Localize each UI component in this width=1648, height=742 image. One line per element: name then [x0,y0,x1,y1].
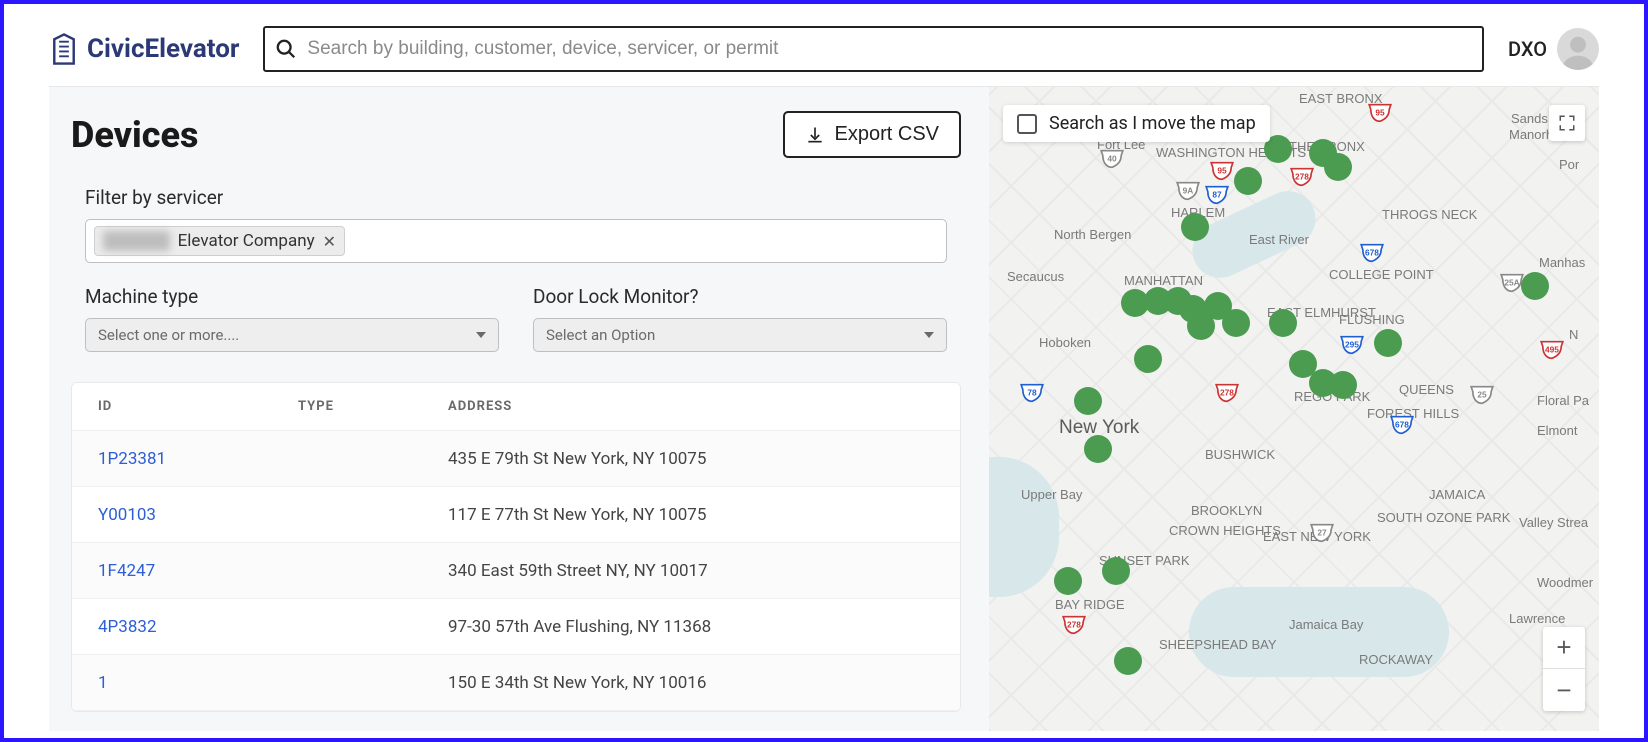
device-id-link[interactable]: 4P3832 [98,617,298,637]
map-panel[interactable]: New YorkMANHATTANBROOKLYNQUEENSFLUSHINGE… [989,87,1599,731]
map-search-on-move-checkbox[interactable] [1017,114,1037,134]
export-csv-button[interactable]: Export CSV [783,111,961,158]
servicer-filter-input[interactable]: XXXX Elevator Company ✕ [85,219,947,263]
table-row[interactable]: 4P3832 97-30 57th Ave Flushing, NY 11368 [72,599,960,655]
map-marker[interactable] [1114,647,1142,675]
user-initials: DXO [1508,37,1547,61]
servicer-filter-label: Filter by servicer [85,186,947,209]
brand-logo[interactable]: CivicElevator [49,32,239,66]
servicer-chip-remove-icon[interactable]: ✕ [323,232,336,251]
building-icon [49,32,79,66]
device-id-link[interactable]: 1 [98,673,298,693]
map-marker[interactable] [1234,167,1262,195]
map-marker[interactable] [1329,371,1357,399]
device-address: 340 East 59th Street NY, NY 10017 [448,561,934,581]
map-marker[interactable] [1134,345,1162,373]
table-row[interactable]: 1 150 E 34th St New York, NY 10016 [72,655,960,711]
map-marker[interactable] [1054,567,1082,595]
fullscreen-icon [1558,114,1576,132]
user-menu[interactable]: DXO [1508,28,1599,70]
door-lock-placeholder: Select an Option [546,326,655,344]
device-id-link[interactable]: Y00103 [98,505,298,525]
map-marker[interactable] [1084,435,1112,463]
col-type: TYPE [298,399,448,414]
servicer-chip-blurred: XXXX [103,231,170,251]
search-input[interactable] [263,26,1484,72]
table-row[interactable]: 1F4247 340 East 59th Street NY, NY 10017 [72,543,960,599]
machine-type-placeholder: Select one or more.... [98,326,239,344]
device-id-link[interactable]: 1P23381 [98,449,298,469]
map-marker[interactable] [1181,213,1209,241]
map-marker[interactable] [1222,309,1250,337]
machine-type-select[interactable]: Select one or more.... [85,318,499,352]
door-lock-label: Door Lock Monitor? [533,285,947,308]
map-marker[interactable] [1521,272,1549,300]
export-label: Export CSV [835,123,939,146]
door-lock-select[interactable]: Select an Option [533,318,947,352]
device-address: 435 E 79th St New York, NY 10075 [448,449,934,469]
table-header: ID TYPE ADDRESS [72,383,960,431]
machine-type-label: Machine type [85,285,499,308]
page-title: Devices [71,114,199,156]
chevron-down-icon [476,332,486,338]
col-id: ID [98,399,298,414]
device-id-link[interactable]: 1F4247 [98,561,298,581]
map-marker[interactable] [1374,329,1402,357]
col-address: ADDRESS [448,399,934,414]
device-address: 150 E 34th St New York, NY 10016 [448,673,934,693]
map-marker[interactable] [1324,153,1352,181]
zoom-in-button[interactable]: + [1543,627,1585,669]
table-row[interactable]: 1P23381 435 E 79th St New York, NY 10075 [72,431,960,487]
device-address: 117 E 77th St New York, NY 10075 [448,505,934,525]
map-marker[interactable] [1269,309,1297,337]
zoom-controls: + − [1543,627,1585,711]
avatar [1557,28,1599,70]
map-marker[interactable] [1187,312,1215,340]
brand-name: CivicElevator [87,34,239,64]
map-search-on-move-label: Search as I move the map [1049,113,1256,134]
search-icon [275,38,297,60]
map-search-on-move: Search as I move the map [1003,105,1270,142]
map-marker[interactable] [1102,557,1130,585]
global-search [263,26,1484,72]
servicer-chip-text: Elevator Company [178,231,315,251]
servicer-chip: XXXX Elevator Company ✕ [94,226,345,256]
table-row[interactable]: Y00103 117 E 77th St New York, NY 10075 [72,487,960,543]
zoom-out-button[interactable]: − [1543,669,1585,711]
chevron-down-icon [924,332,934,338]
left-panel: Devices Export CSV Filter by servicer XX… [49,87,989,731]
fullscreen-button[interactable] [1549,105,1585,141]
map-marker[interactable] [1074,387,1102,415]
topbar: CivicElevator DXO [49,4,1599,87]
devices-table: ID TYPE ADDRESS 1P23381 435 E 79th St New… [71,382,961,712]
download-icon [805,125,825,145]
device-address: 97-30 57th Ave Flushing, NY 11368 [448,617,934,637]
